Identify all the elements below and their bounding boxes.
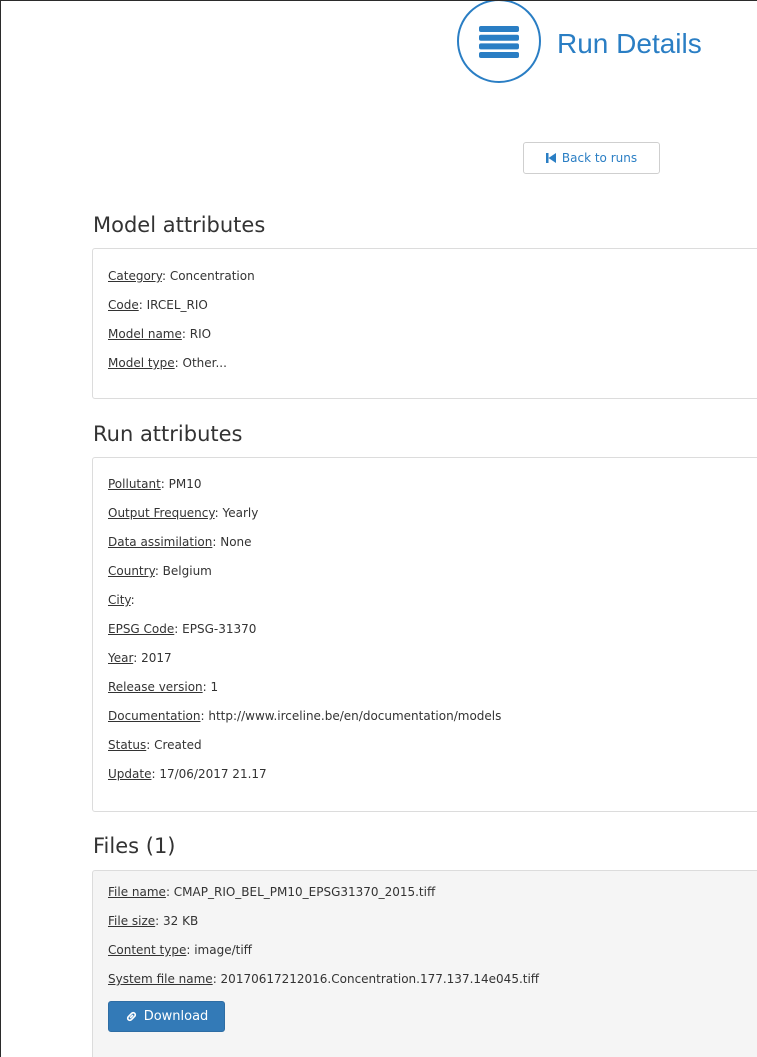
attr-row: Release version: 1 — [108, 680, 219, 694]
attr-value: PM10 — [168, 477, 202, 491]
attr-key: File size — [108, 914, 156, 928]
attr-key: Model name — [108, 327, 182, 341]
attr-row: Model type: Other... — [108, 356, 227, 370]
run-attributes-heading: Run attributes — [93, 422, 243, 446]
run-attributes-panel: Pollutant: PM10 Output Frequency: Yearly… — [92, 457, 757, 812]
attr-row: Code: IRCEL_RIO — [108, 298, 208, 312]
attr-value: Other... — [182, 356, 227, 370]
attr-key: Year — [108, 651, 134, 665]
attr-key: File name — [108, 885, 166, 899]
attr-key: Update — [108, 767, 152, 781]
attr-key: Code — [108, 298, 139, 312]
attr-key: Pollutant — [108, 477, 161, 491]
attr-key: Content type — [108, 943, 187, 957]
page-title: Run Details — [557, 28, 702, 59]
attr-key: Category — [108, 269, 162, 283]
attr-value: 1 — [210, 680, 219, 694]
menu-icon — [479, 26, 519, 58]
attr-row: Model name: RIO — [108, 327, 212, 341]
attr-value: EPSG-31370 — [182, 622, 257, 636]
attr-value: 20170617212016.Concentration.177.137.14e… — [220, 972, 540, 986]
attr-row: System file name: 20170617212016.Concent… — [108, 972, 540, 986]
attr-row: Country: Belgium — [108, 564, 212, 578]
attr-row: EPSG Code: EPSG-31370 — [108, 622, 257, 636]
attr-row: Output Frequency: Yearly — [108, 506, 259, 520]
attr-key: Model type — [108, 356, 175, 370]
attr-value: 17/06/2017 21.17 — [159, 767, 267, 781]
attr-row: Update: 17/06/2017 21.17 — [108, 767, 267, 781]
attr-value: IRCEL_RIO — [146, 298, 208, 312]
attr-row: Status: Created — [108, 738, 202, 752]
attr-value: Created — [154, 738, 202, 752]
menu-button[interactable] — [457, 1, 541, 83]
attr-value: CMAP_RIO_BEL_PM10_EPSG31370_2015.tiff — [173, 885, 436, 899]
attr-key: Documentation — [108, 709, 201, 723]
files-panel: File name: CMAP_RIO_BEL_PM10_EPSG31370_2… — [92, 870, 757, 1057]
attr-value: Concentration — [169, 269, 255, 283]
attr-row: Data assimilation: None — [108, 535, 252, 549]
download-button[interactable]: Download — [108, 1001, 225, 1032]
skip-back-icon — [545, 153, 556, 163]
attr-row: Year: 2017 — [108, 651, 172, 665]
attr-key: System file name — [108, 972, 213, 986]
attr-row: City: — [108, 593, 135, 607]
attr-key: Country — [108, 564, 155, 578]
attr-value: Belgium — [162, 564, 212, 578]
attr-value: image/tiff — [194, 943, 252, 957]
attr-key: Data assimilation — [108, 535, 213, 549]
page-frame: Run Details Back to runs Model attribute… — [0, 0, 757, 1057]
model-attributes-heading: Model attributes — [93, 213, 266, 237]
back-to-runs-label: Back to runs — [561, 151, 638, 165]
attr-key: Output Frequency — [108, 506, 215, 520]
attr-row: Pollutant: PM10 — [108, 477, 202, 491]
attr-row: Content type: image/tiff — [108, 943, 252, 957]
attr-row: Documentation: http://www.irceline.be/en… — [108, 709, 502, 723]
attr-value: None — [220, 535, 252, 549]
attr-key: City — [108, 593, 131, 607]
back-to-runs-button[interactable]: Back to runs — [523, 142, 660, 174]
attr-value: 2017 — [141, 651, 172, 665]
attr-key: Status — [108, 738, 147, 752]
attr-value: http://www.irceline.be/en/documentation/… — [208, 709, 502, 723]
attr-key: EPSG Code — [108, 622, 175, 636]
attr-value: RIO — [189, 327, 212, 341]
link-icon — [126, 1011, 136, 1022]
attr-value: 32 KB — [163, 914, 199, 928]
attr-row: File name: CMAP_RIO_BEL_PM10_EPSG31370_2… — [108, 885, 436, 899]
attr-key: Release version — [108, 680, 203, 694]
files-heading: Files (1) — [93, 834, 176, 858]
model-attributes-panel: Category: Concentration Code: IRCEL_RIO … — [92, 248, 757, 399]
download-label: Download — [143, 1009, 209, 1024]
attr-value: Yearly — [222, 506, 259, 520]
attr-row: File size: 32 KB — [108, 914, 199, 928]
attr-row: Category: Concentration — [108, 269, 255, 283]
